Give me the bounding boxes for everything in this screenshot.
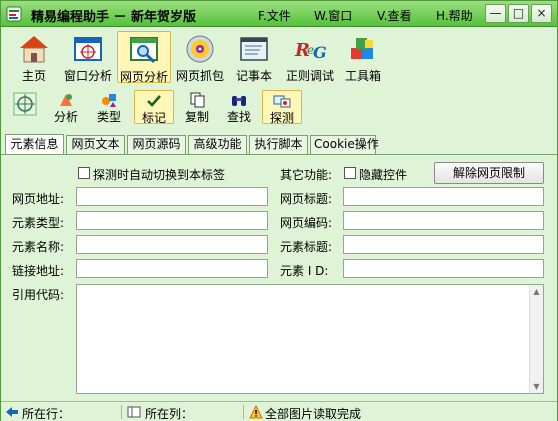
element-type-label: 元素类型: xyxy=(12,216,65,230)
element-name-label: 元素名称: xyxy=(12,240,65,254)
notepad-icon xyxy=(240,37,268,61)
link-url-field[interactable] xyxy=(76,259,268,278)
close-button[interactable]: × xyxy=(531,4,552,23)
mark-button[interactable]: 标记 xyxy=(134,90,174,125)
minimize-button[interactable]: — xyxy=(485,4,506,23)
type-button[interactable]: 类型 xyxy=(94,90,124,124)
copy-icon xyxy=(190,92,205,108)
toolbar-label: 正则调试 xyxy=(285,69,334,83)
tab-element-info[interactable]: 元素信息 xyxy=(5,134,64,154)
find-label: 查找 xyxy=(226,110,251,124)
auto-switch-label: 探测时自动切换到本标签 xyxy=(93,168,226,182)
other-functions-label: 其它功能: xyxy=(280,168,333,182)
window-title: 精易编程助手 － 新年贺岁版 xyxy=(31,10,197,25)
page-encoding-label: 网页编码: xyxy=(280,216,333,230)
tab-advanced[interactable]: 高级功能 xyxy=(188,135,247,154)
probe-button[interactable]: 探测 xyxy=(262,90,302,125)
app-logo-icon xyxy=(6,6,22,22)
probe-label: 探测 xyxy=(269,111,294,125)
hide-controls-label: 隐藏控件 xyxy=(359,168,408,182)
toolbar-window-analysis-button[interactable]: 窗口分析 xyxy=(61,31,115,83)
row-arrow-icon xyxy=(6,407,18,417)
scroll-down-icon[interactable]: ▼ xyxy=(530,380,543,393)
toolbar-label: 窗口分析 xyxy=(63,69,112,83)
toolbar-label: 网页分析 xyxy=(119,70,168,84)
crosshair-icon xyxy=(13,92,37,116)
tab-cookie[interactable]: Cookie操作 xyxy=(310,135,379,154)
element-type-field[interactable] xyxy=(76,211,268,230)
packet-capture-icon xyxy=(186,35,214,63)
warning-icon xyxy=(249,405,263,419)
status-row-label: 所在行： xyxy=(22,407,71,421)
home-icon xyxy=(20,36,48,63)
type-icon xyxy=(102,94,116,107)
page-title-label: 网页标题: xyxy=(280,192,333,206)
copy-button[interactable]: 复制 xyxy=(182,90,212,124)
web-analysis-icon xyxy=(130,37,158,64)
status-bar: 所在行： 所在列： 全部图片读取完成 xyxy=(1,401,557,421)
app-window: 精易编程助手 － 新年贺岁版 F.文件 W.窗口 V.查看 H.帮助 — □ ×… xyxy=(0,0,558,421)
analyze-icon xyxy=(60,94,72,106)
analyze-button[interactable]: 分析 xyxy=(51,90,81,124)
find-button[interactable]: 查找 xyxy=(224,90,254,124)
page-encoding-field[interactable] xyxy=(343,211,544,230)
unlock-page-button[interactable]: 解除网页限制 xyxy=(434,162,544,184)
restore-button[interactable]: □ xyxy=(508,4,529,23)
window-analysis-icon xyxy=(74,37,102,61)
toolbar-notepad-button[interactable]: 记事本 xyxy=(233,31,275,83)
code-textarea[interactable]: ▲ ▼ xyxy=(76,284,544,394)
tab-run-script[interactable]: 执行脚本 xyxy=(249,135,308,154)
element-id-label: 元素 I D: xyxy=(280,264,329,278)
toolbar-web-analysis-button[interactable]: 网页分析 xyxy=(117,31,171,84)
status-separator xyxy=(243,405,244,419)
toolbar-toolbox-button[interactable]: 工具箱 xyxy=(341,31,385,83)
link-url-label: 链接地址: xyxy=(12,264,65,278)
title-bar: 精易编程助手 － 新年贺岁版 F.文件 W.窗口 V.查看 H.帮助 — □ × xyxy=(1,1,557,27)
page-title-field[interactable] xyxy=(343,187,544,206)
toolbar-home-button[interactable]: 主页 xyxy=(13,31,55,83)
toolbar-label: 工具箱 xyxy=(344,69,381,83)
toolbar-packet-capture-button[interactable]: 网页抓包 xyxy=(173,31,227,83)
page-url-label: 网页地址: xyxy=(12,192,65,206)
type-label: 类型 xyxy=(96,110,121,124)
analyze-label: 分析 xyxy=(53,110,78,124)
element-title-field[interactable] xyxy=(343,235,544,254)
column-icon xyxy=(127,406,141,418)
element-id-field[interactable] xyxy=(343,259,544,278)
checkmark-icon xyxy=(147,95,161,107)
mark-label: 标记 xyxy=(141,111,166,125)
auto-switch-checkbox[interactable] xyxy=(78,167,90,179)
copy-label: 复制 xyxy=(184,110,209,124)
probe-icon xyxy=(273,95,291,108)
toolbar-label: 网页抓包 xyxy=(175,69,224,83)
toolbar-label: 主页 xyxy=(21,69,46,83)
regex-icon: R e G xyxy=(294,40,326,62)
menu-view[interactable]: V.查看 xyxy=(377,7,411,24)
code-label: 引用代码: xyxy=(12,288,65,302)
toolbar-regex-button[interactable]: R e G 正则调试 xyxy=(283,31,337,83)
status-message: 全部图片读取完成 xyxy=(265,407,362,421)
menu-help[interactable]: H.帮助 xyxy=(436,7,473,24)
menu-window[interactable]: W.窗口 xyxy=(314,7,352,24)
binoculars-icon xyxy=(232,96,246,106)
hide-controls-checkbox[interactable] xyxy=(344,167,356,179)
svg-text:G: G xyxy=(313,43,326,62)
menu-file[interactable]: F.文件 xyxy=(258,7,291,24)
code-scrollbar[interactable]: ▲ ▼ xyxy=(529,285,543,393)
toolbar-label: 记事本 xyxy=(235,69,272,83)
tab-page-source[interactable]: 网页源码 xyxy=(127,135,186,154)
tab-divider xyxy=(1,154,557,155)
status-col-label: 所在列： xyxy=(145,407,194,421)
page-url-field[interactable] xyxy=(76,187,268,206)
toolbox-icon xyxy=(351,38,373,59)
element-title-label: 元素标题: xyxy=(280,240,333,254)
status-separator xyxy=(121,405,122,419)
tab-page-text[interactable]: 网页文本 xyxy=(66,135,125,154)
element-name-field[interactable] xyxy=(76,235,268,254)
crosshair-tool[interactable] xyxy=(11,90,39,124)
scroll-up-icon[interactable]: ▲ xyxy=(530,285,543,298)
